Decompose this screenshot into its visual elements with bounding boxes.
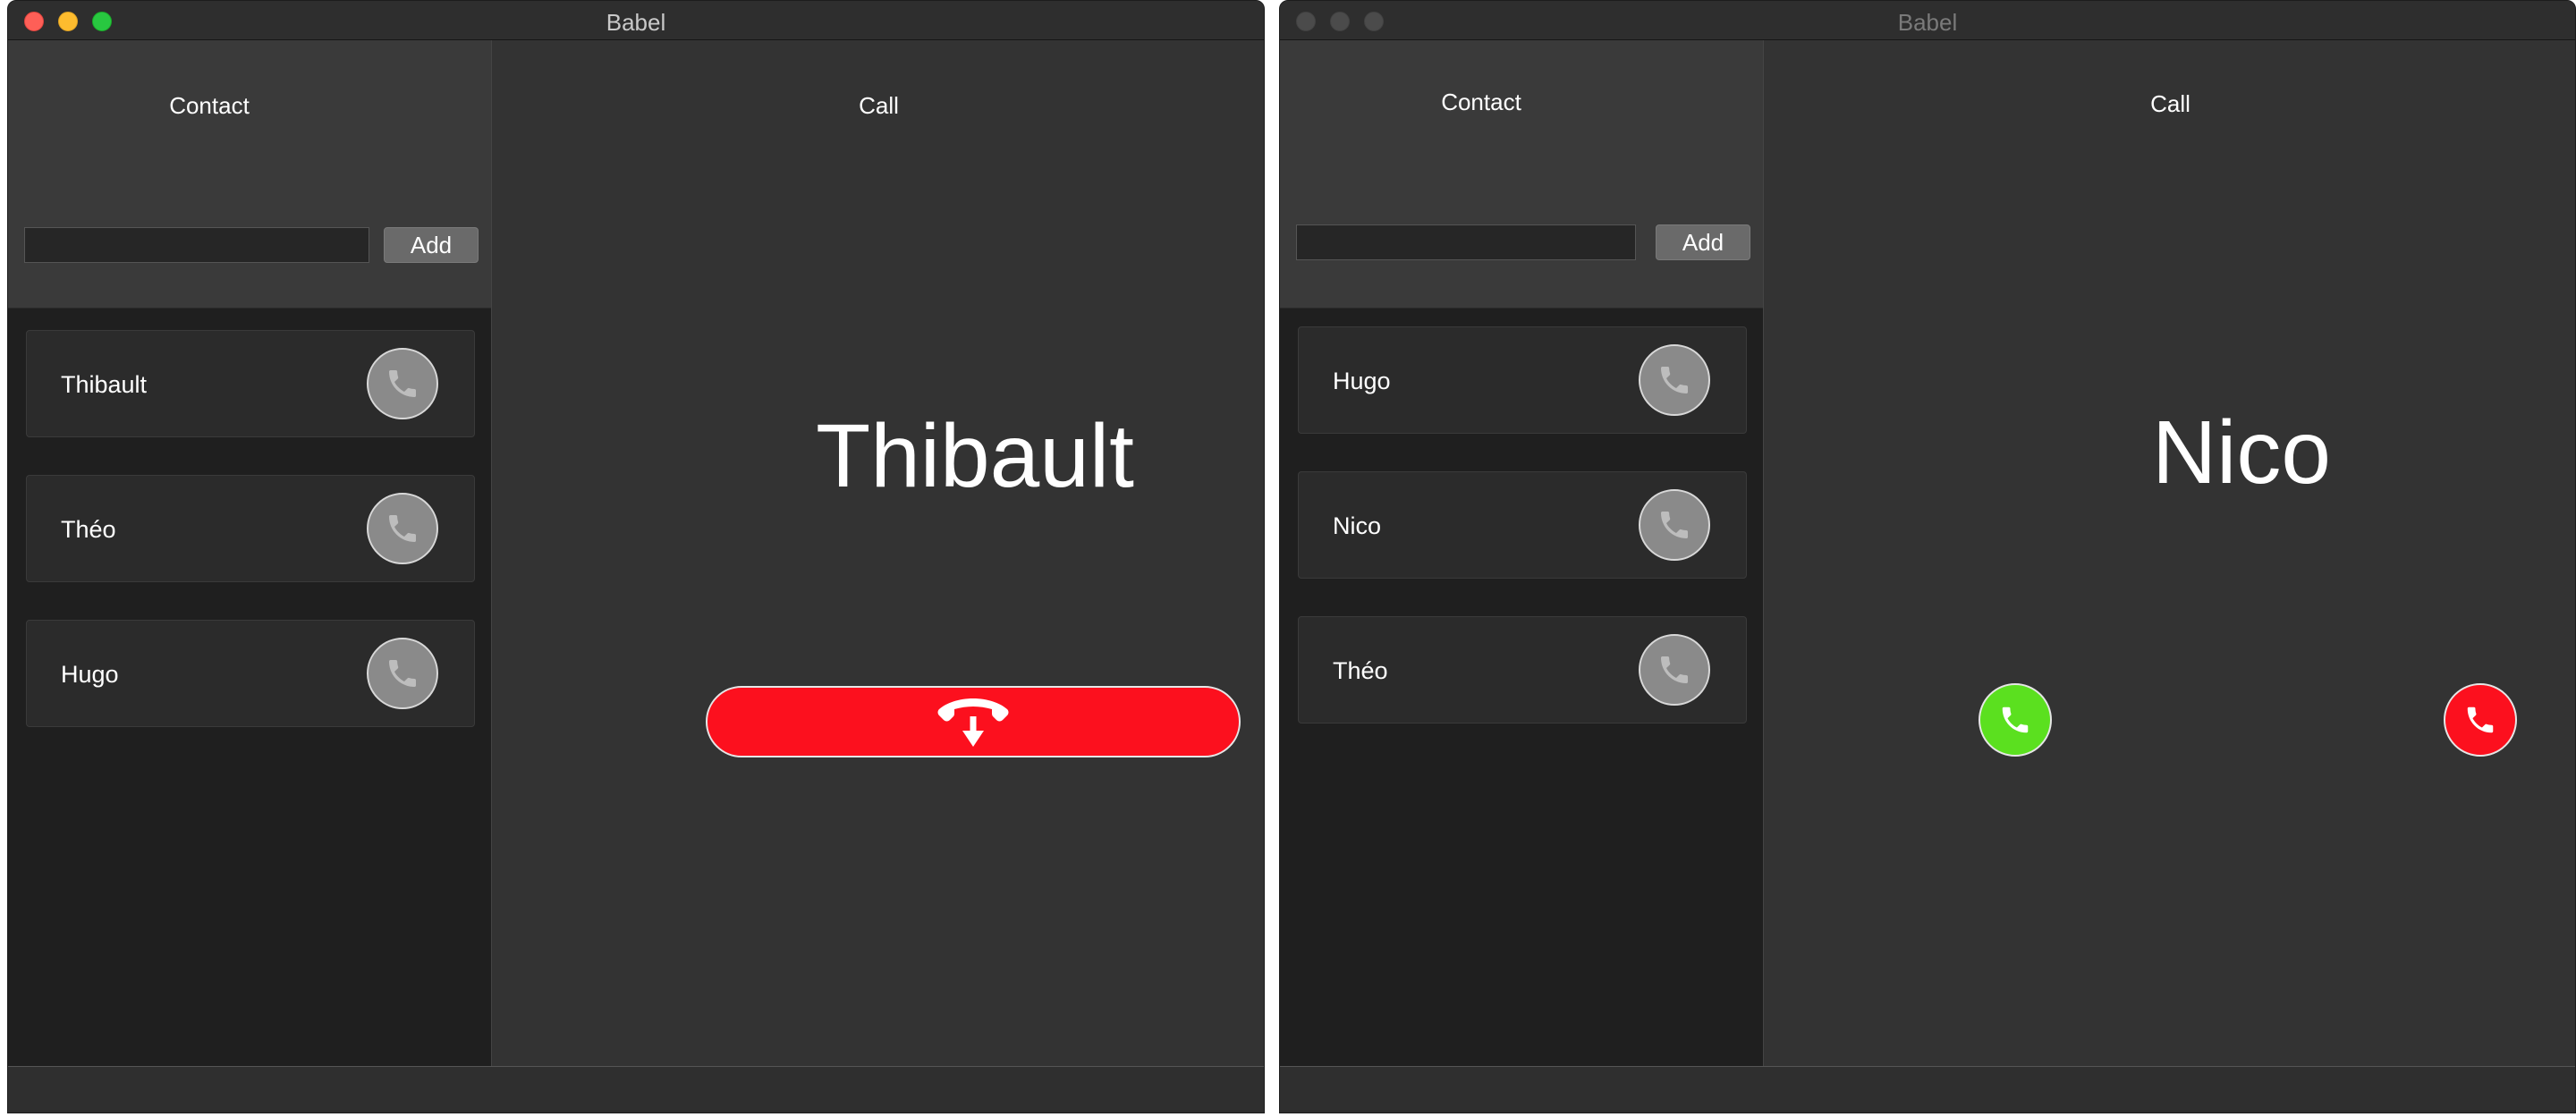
- contact-name: Hugo: [1333, 368, 1391, 394]
- contact-name: Théo: [1333, 657, 1388, 684]
- contact-heading: Contact: [169, 92, 250, 119]
- window-title: Babel: [606, 9, 666, 36]
- phone-icon: [389, 515, 416, 542]
- title-bar: Babel: [1280, 1, 2575, 40]
- contact-item: Hugo: [1298, 326, 1747, 434]
- babel-window-left: Babel Contact Add Thibault Théo Hugo Cal…: [7, 0, 1265, 1113]
- call-contact-button[interactable]: [367, 638, 438, 709]
- contact-name: Thibault: [61, 371, 148, 398]
- contact-list: Thibault Théo Hugo: [8, 309, 491, 1068]
- contact-header: Contact Add: [8, 40, 491, 309]
- call-contact-button[interactable]: [1639, 634, 1710, 706]
- hang-up-icon: [937, 698, 1009, 747]
- call-contact-button[interactable]: [367, 493, 438, 564]
- call-panel: Call Nico: [1763, 40, 2575, 1068]
- callee-name: Thibault: [816, 406, 1134, 506]
- contact-item: Thibault: [26, 330, 475, 437]
- contact-name-input[interactable]: [1296, 224, 1636, 260]
- phone-icon: [389, 370, 416, 397]
- decline-call-icon: [2467, 707, 2494, 733]
- babel-window-right: Babel Contact Add Hugo Nico Théo Call Ni…: [1279, 0, 2576, 1113]
- status-bar: [1280, 1066, 2575, 1113]
- callee-name: Nico: [2151, 402, 2332, 503]
- contact-item: Théo: [1298, 616, 1747, 724]
- call-contact-button[interactable]: [1639, 489, 1710, 561]
- accept-call-icon: [2002, 707, 2029, 733]
- contact-item: Nico: [1298, 471, 1747, 579]
- contact-heading: Contact: [1441, 89, 1521, 115]
- call-contact-button[interactable]: [367, 348, 438, 419]
- phone-icon: [1661, 367, 1688, 393]
- call-panel: Call Thibault: [491, 40, 1264, 1068]
- contact-name: Hugo: [61, 661, 119, 688]
- contact-item: Théo: [26, 475, 475, 582]
- contact-name-input[interactable]: [24, 227, 369, 263]
- contact-name: Nico: [1333, 512, 1382, 539]
- contact-name: Théo: [61, 516, 116, 543]
- decline-call-button[interactable]: [2444, 683, 2517, 757]
- contact-header: Contact Add: [1280, 40, 1763, 309]
- accept-call-button[interactable]: [1979, 683, 2052, 757]
- contact-list: Hugo Nico Théo: [1280, 309, 1763, 1068]
- add-contact-button[interactable]: Add: [384, 227, 479, 263]
- window-title: Babel: [1897, 9, 1958, 36]
- status-bar: [8, 1066, 1264, 1113]
- phone-icon: [1661, 656, 1688, 683]
- hang-up-button[interactable]: [706, 686, 1241, 757]
- call-heading: Call: [859, 92, 899, 119]
- contact-item: Hugo: [26, 620, 475, 727]
- add-contact-button[interactable]: Add: [1656, 224, 1750, 260]
- call-heading: Call: [2150, 90, 2190, 117]
- call-contact-button[interactable]: [1639, 344, 1710, 416]
- phone-icon: [1661, 512, 1688, 538]
- phone-icon: [389, 660, 416, 687]
- title-bar: Babel: [8, 1, 1264, 40]
